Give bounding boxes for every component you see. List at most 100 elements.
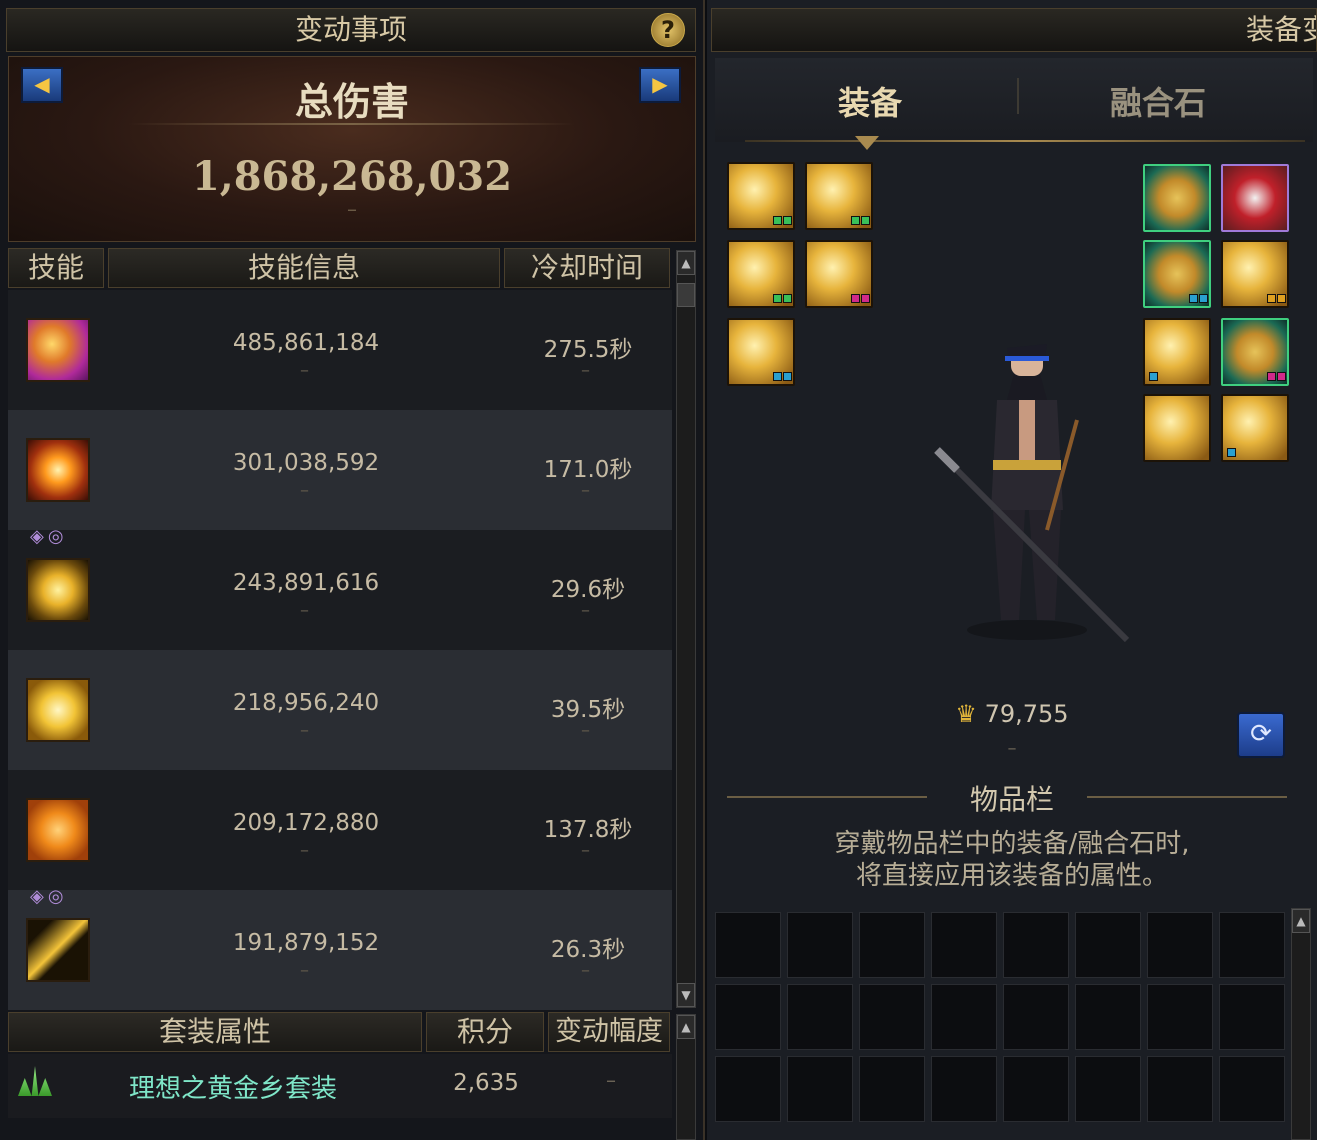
tab-fusion-stone[interactable]: 融合石 <box>1033 78 1283 124</box>
inventory-description: 穿戴物品栏中的装备/融合石时, 将直接应用该装备的属性。 <box>707 828 1317 892</box>
skill-damage-change: – <box>300 960 309 981</box>
help-icon[interactable]: ? <box>651 13 685 47</box>
skill-damage-change: – <box>300 600 309 621</box>
inventory-slot[interactable] <box>1075 984 1141 1050</box>
skill-cooldown: 29.6秒 <box>550 577 626 603</box>
set-name: 理想之黄金乡套装 <box>128 1074 337 1104</box>
scroll-down-button[interactable]: ▼ <box>677 983 695 1007</box>
equip-slot-bracelet[interactable] <box>1143 240 1211 308</box>
column-header-change: 变动幅度 <box>548 1012 670 1052</box>
set-score: 2,635 <box>453 1070 519 1096</box>
equip-slot-title[interactable] <box>1221 164 1289 232</box>
skill-tag-icons: ◈◎ <box>30 526 68 547</box>
equip-slot-ring[interactable] <box>1143 318 1211 386</box>
equip-slot-weapon[interactable] <box>1143 164 1211 232</box>
skill-damage: 301,038,592 <box>232 450 380 476</box>
skill-cooldown-change: – <box>581 840 590 861</box>
equip-slot-belt[interactable] <box>805 240 873 308</box>
inventory-slot[interactable] <box>1219 912 1285 978</box>
inventory-slot[interactable] <box>715 1056 781 1122</box>
tab-underline <box>745 140 1305 142</box>
skill-damage: 485,861,184 <box>232 330 380 356</box>
set-icon <box>18 1066 52 1096</box>
inventory-divider-right <box>1087 796 1287 798</box>
skill-cooldown: 137.8秒 <box>543 817 633 843</box>
inventory-slot[interactable] <box>1075 912 1141 978</box>
skill-row[interactable]: 209,172,880 – 137.8秒 – <box>8 770 672 890</box>
equip-slot-magic-stone[interactable] <box>1143 394 1211 462</box>
inventory-slot[interactable] <box>1219 1056 1285 1122</box>
skill-row[interactable]: 301,038,592 – 171.0秒 – <box>8 410 672 530</box>
banner-divider <box>129 123 575 125</box>
inventory-slot[interactable] <box>715 984 781 1050</box>
total-damage-title: 总伤害 <box>294 79 409 124</box>
panel-title: 变动事项 <box>294 13 407 46</box>
equipment-panel: 装备变 装备 融合石 ♛ 79,755 – ⟳ <box>707 0 1317 1140</box>
inventory-scrollbar[interactable]: ▲ <box>1291 908 1311 1140</box>
active-tab-pointer <box>855 136 879 150</box>
inventory-slot[interactable] <box>1147 912 1213 978</box>
equip-slot-top[interactable] <box>805 162 873 230</box>
skill-cooldown-change: – <box>581 480 590 501</box>
inventory-slot[interactable] <box>1219 984 1285 1050</box>
skill-row[interactable]: ◈◎ 191,879,152 – 26.3秒 – <box>8 886 672 1010</box>
scroll-thumb[interactable] <box>677 283 695 307</box>
skill-damage-change: – <box>300 840 309 861</box>
inventory-scroll-up-button[interactable]: ▲ <box>1292 909 1310 933</box>
inventory-slot[interactable] <box>1003 912 1069 978</box>
skill-damage: 191,879,152 <box>232 930 380 956</box>
skill-damage: 209,172,880 <box>232 810 380 836</box>
skill-cooldown-change: – <box>581 720 590 741</box>
inventory-slot[interactable] <box>931 984 997 1050</box>
equipment-titlebar: 装备变 <box>711 8 1317 52</box>
skill-damage-change: – <box>300 360 309 381</box>
inventory-slot[interactable] <box>931 1056 997 1122</box>
inventory-slot[interactable] <box>787 984 853 1050</box>
equip-slot-bottom[interactable] <box>727 240 795 308</box>
equip-slot-earring[interactable] <box>1221 394 1289 462</box>
lightning-skill-icon <box>26 918 90 982</box>
inventory-slot[interactable] <box>1003 984 1069 1050</box>
equip-slot-shoes[interactable] <box>727 318 795 386</box>
score-crown-icon: ♛ <box>955 700 977 728</box>
column-header-cooldown: 冷却时间 <box>504 248 670 288</box>
skill-row[interactable]: 485,861,184 – 275.5秒 – <box>8 290 672 410</box>
set-scroll-up-button[interactable]: ▲ <box>677 1015 695 1039</box>
skill-list-scrollbar[interactable]: ▲ ▼ <box>676 250 696 1008</box>
inventory-slot[interactable] <box>715 912 781 978</box>
set-change: – <box>606 1068 616 1092</box>
inventory-slot[interactable] <box>859 1056 925 1122</box>
equip-slot-shoulder[interactable] <box>727 162 795 230</box>
inventory-title: 物品栏 <box>969 783 1054 816</box>
tab-separator <box>1017 78 1019 114</box>
wu-slash-skill-icon <box>26 678 90 742</box>
equipment-score: ♛ 79,755 <box>707 700 1317 728</box>
inventory-slot[interactable] <box>787 1056 853 1122</box>
skill-row[interactable]: 218,956,240 – 39.5秒 – <box>8 650 672 770</box>
set-row[interactable]: 理想之黄金乡套装 2,635 – <box>8 1054 672 1118</box>
inventory-slot[interactable] <box>1003 1056 1069 1122</box>
skill-cooldown-change: – <box>581 600 590 621</box>
scroll-up-button[interactable]: ▲ <box>677 251 695 275</box>
set-list-scrollbar[interactable]: ▲ <box>676 1014 696 1140</box>
column-header-skill-info: 技能信息 <box>108 248 500 288</box>
inventory-slot[interactable] <box>859 984 925 1050</box>
equipment-score-value: 79,755 <box>984 700 1069 728</box>
inventory-slot[interactable] <box>1075 1056 1141 1122</box>
equipment-tabs: 装备 融合石 <box>715 58 1313 150</box>
magenta-slash-skill-icon <box>26 318 90 382</box>
inventory-slot[interactable] <box>1147 1056 1213 1122</box>
skill-damage-change: – <box>300 480 309 501</box>
skill-tag-icons: ◈◎ <box>30 886 68 907</box>
refresh-icon[interactable]: ⟳ <box>1237 712 1285 758</box>
inventory-slot[interactable] <box>931 912 997 978</box>
inventory-slot[interactable] <box>859 912 925 978</box>
inventory-slot[interactable] <box>1147 984 1213 1050</box>
equip-slot-support[interactable] <box>1221 318 1289 386</box>
inventory-slot[interactable] <box>787 912 853 978</box>
tab-equipment[interactable]: 装备 <box>745 78 995 124</box>
skill-row[interactable]: ◈◎ 243,891,616 – 29.6秒 – <box>8 526 672 650</box>
character-avatar <box>934 344 1130 643</box>
total-damage-value: 1,868,268,032 <box>191 153 513 200</box>
equip-slot-necklace[interactable] <box>1221 240 1289 308</box>
